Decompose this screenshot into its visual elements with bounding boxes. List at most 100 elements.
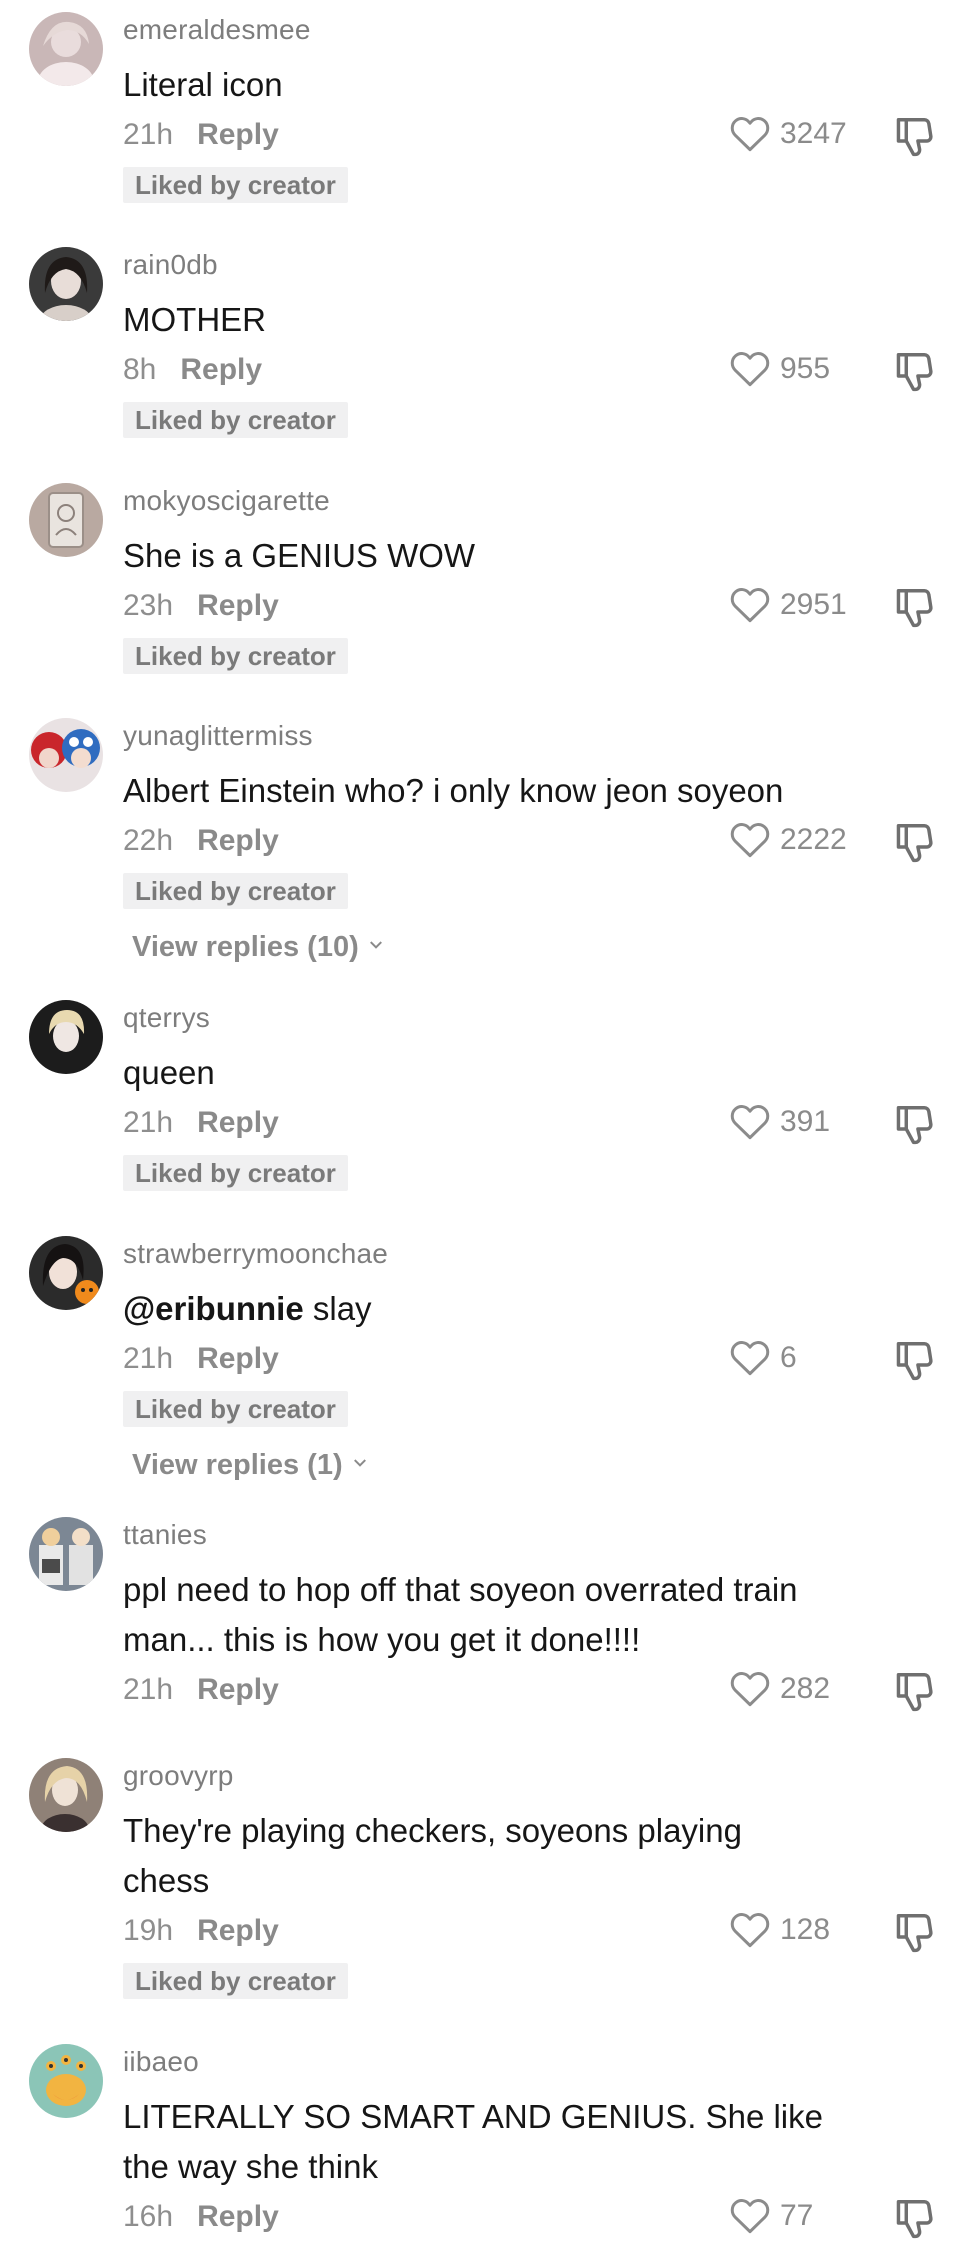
comment-text: ppl need to hop off that soyeon overrate…: [123, 1571, 798, 1658]
like-count: 282: [780, 1672, 831, 1705]
view-replies-button[interactable]: View replies (1): [132, 1449, 367, 1482]
comment-time: 22h: [123, 824, 174, 857]
comment-time: 21h: [123, 1106, 174, 1139]
comment-meta: 21h Reply: [123, 1342, 279, 1376]
comment-text: MOTHER: [123, 301, 266, 338]
heart-icon: [730, 823, 770, 858]
avatar[interactable]: [29, 1236, 103, 1310]
like-button[interactable]: 6: [729, 1335, 879, 1381]
comment-username[interactable]: qterrys: [123, 1002, 210, 1034]
comment-username[interactable]: groovyrp: [123, 1760, 234, 1792]
comment-text: LITERALLY SO SMART AND GENIUS. She like …: [123, 2098, 823, 2185]
comment-time: 21h: [123, 1673, 174, 1706]
dislike-button[interactable]: [893, 1670, 933, 1714]
avatar[interactable]: [29, 12, 103, 86]
like-button[interactable]: 77: [729, 2193, 879, 2239]
dislike-button[interactable]: [893, 586, 933, 630]
heart-icon: [730, 1913, 770, 1948]
like-button[interactable]: 282: [729, 1666, 879, 1712]
chevron-down-icon: [353, 1459, 366, 1467]
reply-button[interactable]: Reply: [197, 1673, 279, 1706]
comment-text: They're playing checkers, soyeons playin…: [123, 1812, 742, 1899]
avatar[interactable]: [29, 718, 103, 792]
comment-username[interactable]: emeraldesmee: [123, 14, 311, 46]
comment-text: @eribunnie slay: [123, 1284, 833, 1334]
dislike-button[interactable]: [893, 1103, 933, 1147]
thumbs-down-icon: [896, 118, 933, 157]
like-count: 77: [780, 2199, 814, 2232]
comment-meta: 21h Reply: [123, 1673, 279, 1707]
comment-meta: 21h Reply: [123, 1106, 279, 1140]
dislike-button[interactable]: [893, 350, 933, 394]
reply-button[interactable]: Reply: [197, 824, 279, 857]
view-replies-button[interactable]: View replies (10): [132, 931, 383, 964]
like-button[interactable]: 128: [729, 1907, 879, 1953]
liked-by-creator-badge: Liked by creator: [123, 638, 348, 674]
avatar[interactable]: [29, 1000, 103, 1074]
comment-username[interactable]: rain0db: [123, 249, 218, 281]
dislike-button[interactable]: [893, 1911, 933, 1955]
like-count: 128: [780, 1913, 831, 1946]
reply-button[interactable]: Reply: [197, 2200, 279, 2233]
reply-button[interactable]: Reply: [197, 118, 279, 151]
view-replies-label: View replies (1): [132, 1449, 343, 1481]
like-count: 955: [780, 352, 831, 385]
reply-button[interactable]: Reply: [180, 353, 262, 386]
comment-meta: 21h Reply: [123, 118, 279, 152]
chevron-down-icon: [369, 941, 382, 949]
comment-meta: 23h Reply: [123, 589, 279, 623]
thumbs-down-icon: [896, 353, 933, 392]
liked-by-creator-badge: Liked by creator: [123, 1391, 348, 1427]
comment-text: Literal icon: [123, 66, 283, 103]
liked-by-creator-badge: Liked by creator: [123, 1963, 348, 1999]
reply-button[interactable]: Reply: [197, 1106, 279, 1139]
comment-username[interactable]: ttanies: [123, 1519, 207, 1551]
reply-button[interactable]: Reply: [197, 1914, 279, 1947]
like-button[interactable]: 391: [729, 1099, 879, 1145]
comment-username[interactable]: strawberrymoonchae: [123, 1238, 388, 1270]
comment-username[interactable]: mokyoscigarette: [123, 485, 330, 517]
thumbs-down-icon: [896, 1914, 933, 1953]
avatar[interactable]: [29, 247, 103, 321]
liked-by-creator-badge: Liked by creator: [123, 167, 348, 203]
thumbs-down-icon: [896, 2200, 933, 2239]
view-replies-label: View replies (10): [132, 931, 359, 963]
like-button[interactable]: 2222: [729, 817, 879, 863]
heart-icon: [730, 352, 770, 387]
comment-text: She is a GENIUS WOW: [123, 537, 476, 574]
like-count: 3247: [780, 117, 847, 150]
comment-meta: 8h Reply: [123, 353, 262, 387]
dislike-button[interactable]: [893, 1339, 933, 1383]
comment-text-body: slay: [303, 1290, 372, 1327]
reply-button[interactable]: Reply: [197, 589, 279, 622]
heart-icon: [730, 588, 770, 623]
like-button[interactable]: 955: [729, 346, 879, 392]
comment-username[interactable]: yunaglittermiss: [123, 720, 313, 752]
avatar[interactable]: [29, 1517, 103, 1591]
like-button[interactable]: 2951: [729, 582, 879, 628]
comment-time: 21h: [123, 118, 174, 151]
liked-by-creator-badge: Liked by creator: [123, 1155, 348, 1191]
comment-text: queen: [123, 1054, 215, 1091]
dislike-button[interactable]: [893, 821, 933, 865]
comment-time: 21h: [123, 1342, 174, 1375]
avatar[interactable]: [29, 2044, 103, 2118]
dislike-button[interactable]: [893, 2197, 933, 2241]
liked-by-creator-badge: Liked by creator: [123, 402, 348, 438]
heart-icon: [730, 2199, 770, 2234]
comment-username[interactable]: iibaeo: [123, 2046, 199, 2078]
comment-meta: 19h Reply: [123, 1914, 279, 1948]
thumbs-down-icon: [896, 588, 933, 628]
like-count: 391: [780, 1105, 831, 1138]
thumbs-down-icon: [896, 823, 933, 863]
heart-icon: [730, 117, 770, 152]
avatar[interactable]: [29, 1758, 103, 1832]
avatar[interactable]: [29, 483, 103, 557]
heart-icon: [730, 1105, 770, 1140]
like-count: 2951: [780, 588, 847, 621]
like-button[interactable]: 3247: [729, 111, 879, 157]
mention-link[interactable]: @eribunnie: [123, 1290, 304, 1327]
dislike-button[interactable]: [893, 115, 933, 159]
reply-button[interactable]: Reply: [197, 1342, 279, 1375]
like-count: 6: [780, 1341, 797, 1374]
